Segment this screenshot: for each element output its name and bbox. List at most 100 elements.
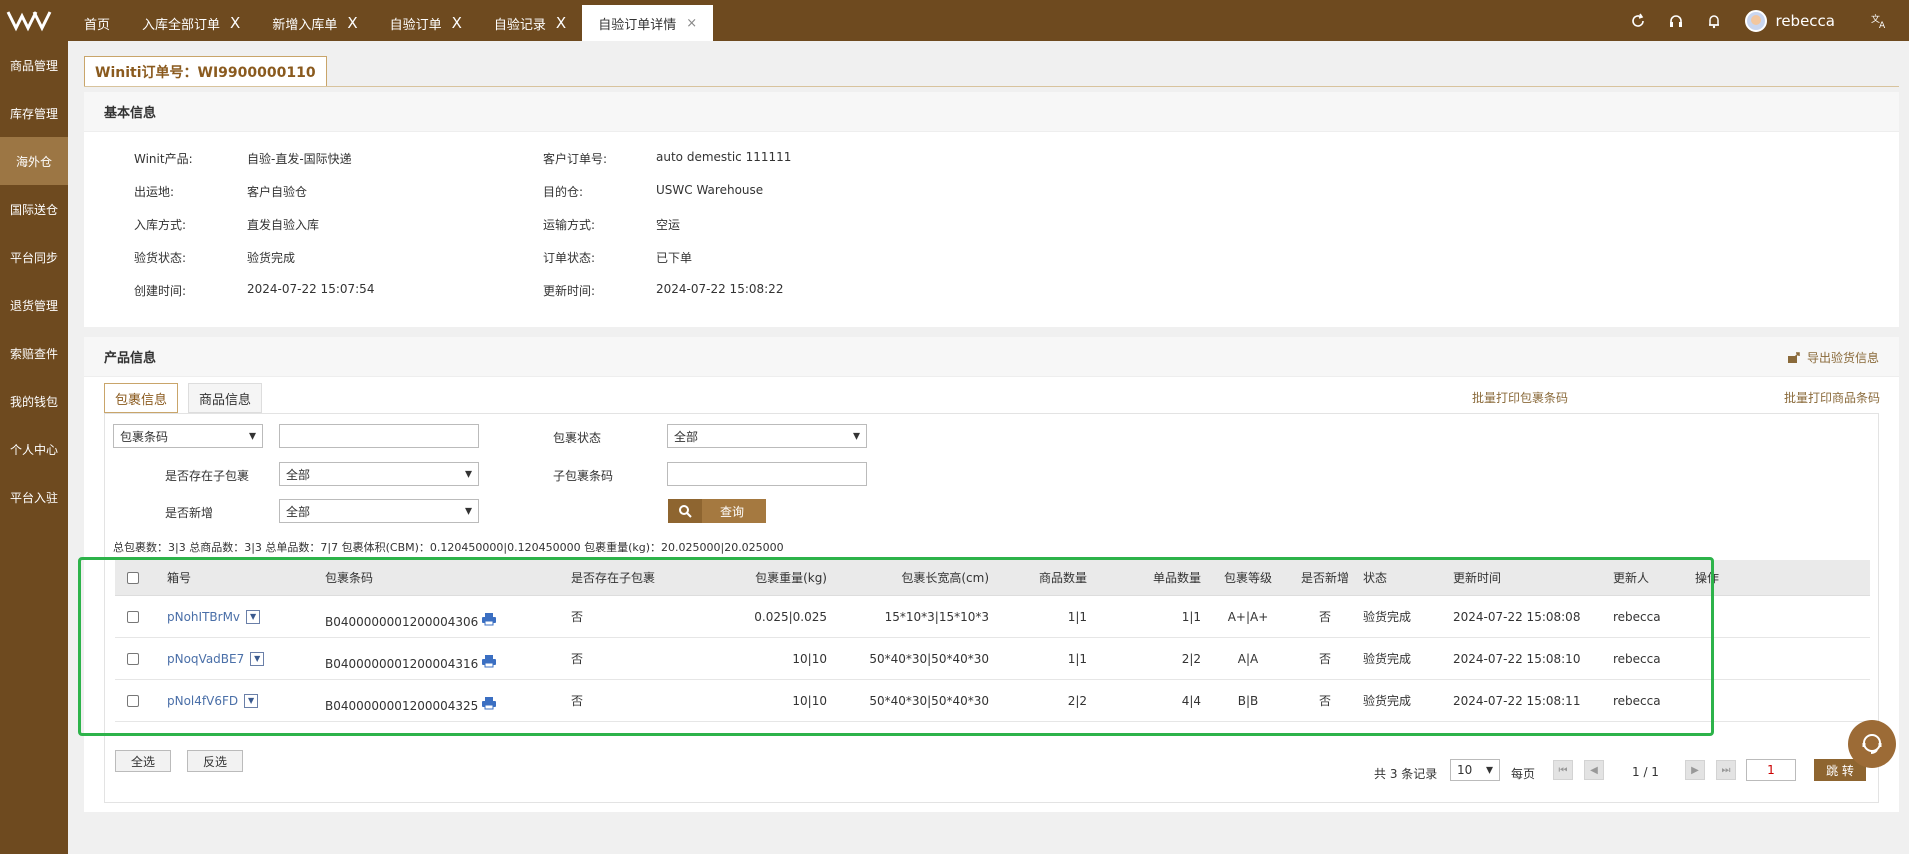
tab-4[interactable]: 自验记录 X bbox=[478, 5, 582, 41]
tab-1[interactable]: 入库全部订单 X bbox=[126, 5, 256, 41]
sidebar-item-2[interactable]: 海外仓 bbox=[0, 137, 68, 185]
sidebar-item-3[interactable]: 国际送仓 bbox=[0, 185, 68, 233]
next-page-icon[interactable]: ▶ bbox=[1685, 760, 1705, 780]
export-inspection-button[interactable]: 导出验货信息 bbox=[1787, 349, 1879, 366]
weight-cell: 0.025|0.025 bbox=[754, 609, 827, 624]
barcode-type-select[interactable]: 包裹条码 bbox=[113, 424, 263, 448]
prev-page-icon[interactable]: ◀ bbox=[1584, 760, 1604, 780]
tab-close-icon[interactable]: X bbox=[230, 14, 240, 32]
row-checkbox[interactable] bbox=[127, 694, 139, 707]
is-new-select[interactable]: 全部 bbox=[279, 499, 479, 523]
invert-selection-button[interactable]: 反选 bbox=[187, 750, 243, 772]
has-sub-package-select[interactable]: 全部 bbox=[279, 462, 479, 486]
sidebar-item-1[interactable]: 库存管理 bbox=[0, 89, 68, 137]
has-sub-cell: 否 bbox=[571, 694, 584, 708]
page-number-input[interactable]: 1 bbox=[1746, 759, 1796, 781]
updated-cell: 2024-07-22 15:08:11 bbox=[1453, 693, 1581, 708]
info-row: Winit产品: 自验-直发-国际快递 bbox=[134, 150, 352, 170]
info-value: 自验-直发-国际快递 bbox=[247, 152, 352, 166]
sidebar-item-0[interactable]: 商品管理 bbox=[0, 41, 68, 89]
headset-icon[interactable] bbox=[1657, 13, 1695, 29]
status-cell: 验货完成 bbox=[1363, 610, 1412, 624]
row-checkbox[interactable] bbox=[127, 652, 139, 665]
info-label: 运输方式: bbox=[543, 218, 596, 232]
column-header: 操作 bbox=[1695, 571, 1720, 585]
qty-cell: 1|1 bbox=[1067, 609, 1087, 624]
batch-print-package-button[interactable]: 批量打印包裹条码 bbox=[1472, 389, 1568, 406]
printer-icon[interactable] bbox=[481, 654, 497, 671]
refresh-icon[interactable] bbox=[1619, 13, 1657, 29]
is-new-cell: 否 bbox=[1318, 610, 1331, 624]
batch-print-product-button[interactable]: 批量打印商品条码 bbox=[1784, 389, 1880, 406]
sidebar-item-9[interactable]: 平台入驻 bbox=[0, 473, 68, 521]
tab-3[interactable]: 自验订单 X bbox=[374, 5, 478, 41]
chevron-down-icon[interactable]: ▼ bbox=[250, 651, 265, 666]
tab-2[interactable]: 新增入库单 X bbox=[256, 5, 373, 41]
info-value: USWC Warehouse bbox=[656, 183, 764, 197]
tab-package-info[interactable]: 包裹信息 bbox=[104, 383, 179, 413]
package-status-label: 包裹状态 bbox=[553, 431, 602, 445]
select-all-checkbox[interactable] bbox=[127, 571, 139, 584]
translate-icon[interactable]: 文A bbox=[1861, 13, 1899, 29]
package-info-box: 包裹条码 包裹状态 全部 是否存在子包裹 全部 子包裹条码 是否新增 全部 查询… bbox=[104, 413, 1879, 803]
username[interactable]: rebecca bbox=[1775, 12, 1835, 30]
tab-label: 首页 bbox=[84, 17, 111, 33]
column-header: 状态 bbox=[1363, 571, 1388, 585]
package-status-select[interactable]: 全部 bbox=[667, 424, 867, 448]
basic-info-title: 基本信息 bbox=[84, 92, 1899, 132]
tab-5[interactable]: 自验订单详情 × bbox=[582, 5, 714, 41]
box-number-link[interactable]: pNoqVadBE7 bbox=[167, 652, 244, 666]
chevron-down-icon[interactable]: ▼ bbox=[244, 693, 259, 708]
tab-close-icon[interactable]: X bbox=[452, 14, 462, 32]
info-label: 创建时间: bbox=[134, 284, 187, 298]
barcode-cell: B0400000001200004325 bbox=[325, 680, 565, 721]
info-label: 客户订单号: bbox=[543, 152, 608, 166]
box-number-link[interactable]: pNohITBrMv bbox=[167, 610, 240, 624]
box-number-link[interactable]: pNol4fV6FD bbox=[167, 694, 238, 708]
last-page-icon[interactable]: ⏭ bbox=[1716, 760, 1736, 780]
sidebar-item-6[interactable]: 索赔查件 bbox=[0, 329, 68, 377]
tab-close-icon[interactable]: X bbox=[347, 14, 357, 32]
top-right-tools: rebecca 文A bbox=[1619, 0, 1909, 41]
column-header: 更新时间 bbox=[1453, 571, 1502, 585]
sidebar-item-7[interactable]: 我的钱包 bbox=[0, 377, 68, 425]
row-checkbox[interactable] bbox=[127, 610, 139, 623]
order-number-tab[interactable]: Winiti订单号：WI9900000110 bbox=[84, 56, 327, 87]
printer-icon[interactable] bbox=[481, 612, 497, 629]
column-header: 包裹等级 bbox=[1223, 571, 1272, 585]
table-row: pNol4fV6FD ▼ B0400000001200004325 否 10|10 50*… bbox=[115, 680, 1870, 722]
tab-close-icon[interactable]: X bbox=[556, 14, 566, 32]
sidebar: 商品管理 库存管理 海外仓 国际送仓 平台同步 退货管理 索赔查件 我的钱包 个人中心 平台入驻 bbox=[0, 41, 68, 854]
tab-product-info[interactable]: 商品信息 bbox=[188, 383, 263, 413]
tab-close-icon[interactable]: × bbox=[686, 16, 697, 31]
winit-logo[interactable] bbox=[6, 8, 52, 32]
sidebar-item-5[interactable]: 退货管理 bbox=[0, 281, 68, 329]
info-row: 客户订单号: auto demestic 111111 bbox=[543, 150, 791, 170]
barcode-cell: B0400000001200004306 bbox=[325, 596, 565, 637]
info-row: 出运地: 客户自验仓 bbox=[134, 183, 307, 203]
avatar[interactable] bbox=[1745, 9, 1768, 32]
sidebar-item-8[interactable]: 个人中心 bbox=[0, 425, 68, 473]
info-value: 空运 bbox=[656, 218, 681, 232]
select-all-button[interactable]: 全选 bbox=[115, 750, 171, 772]
first-page-icon[interactable]: ⏮ bbox=[1553, 760, 1573, 780]
sidebar-item-4[interactable]: 平台同步 bbox=[0, 233, 68, 281]
chevron-down-icon[interactable]: ▼ bbox=[246, 609, 261, 624]
svg-text:A: A bbox=[1879, 21, 1886, 29]
info-row: 创建时间: 2024-07-22 15:07:54 bbox=[134, 282, 374, 302]
barcode-input[interactable] bbox=[279, 424, 479, 448]
bell-icon[interactable] bbox=[1695, 13, 1733, 29]
tab-0[interactable]: 首页 bbox=[68, 5, 126, 41]
info-value: 2024-07-22 15:08:22 bbox=[656, 282, 784, 296]
product-subtabs: 包裹信息 商品信息 bbox=[104, 383, 272, 413]
query-button[interactable]: 查询 bbox=[668, 499, 766, 523]
weight-cell: 10|10 bbox=[792, 693, 827, 708]
customer-service-button[interactable] bbox=[1848, 720, 1896, 768]
sub-barcode-input[interactable] bbox=[667, 462, 867, 486]
is-new-cell: 否 bbox=[1318, 652, 1331, 666]
printer-icon[interactable] bbox=[481, 696, 497, 713]
page-size-select[interactable]: 10 bbox=[1450, 759, 1500, 781]
info-label: 验货状态: bbox=[134, 251, 187, 265]
units-cell: 1|1 bbox=[1181, 609, 1201, 624]
info-value: 验货完成 bbox=[247, 251, 296, 265]
